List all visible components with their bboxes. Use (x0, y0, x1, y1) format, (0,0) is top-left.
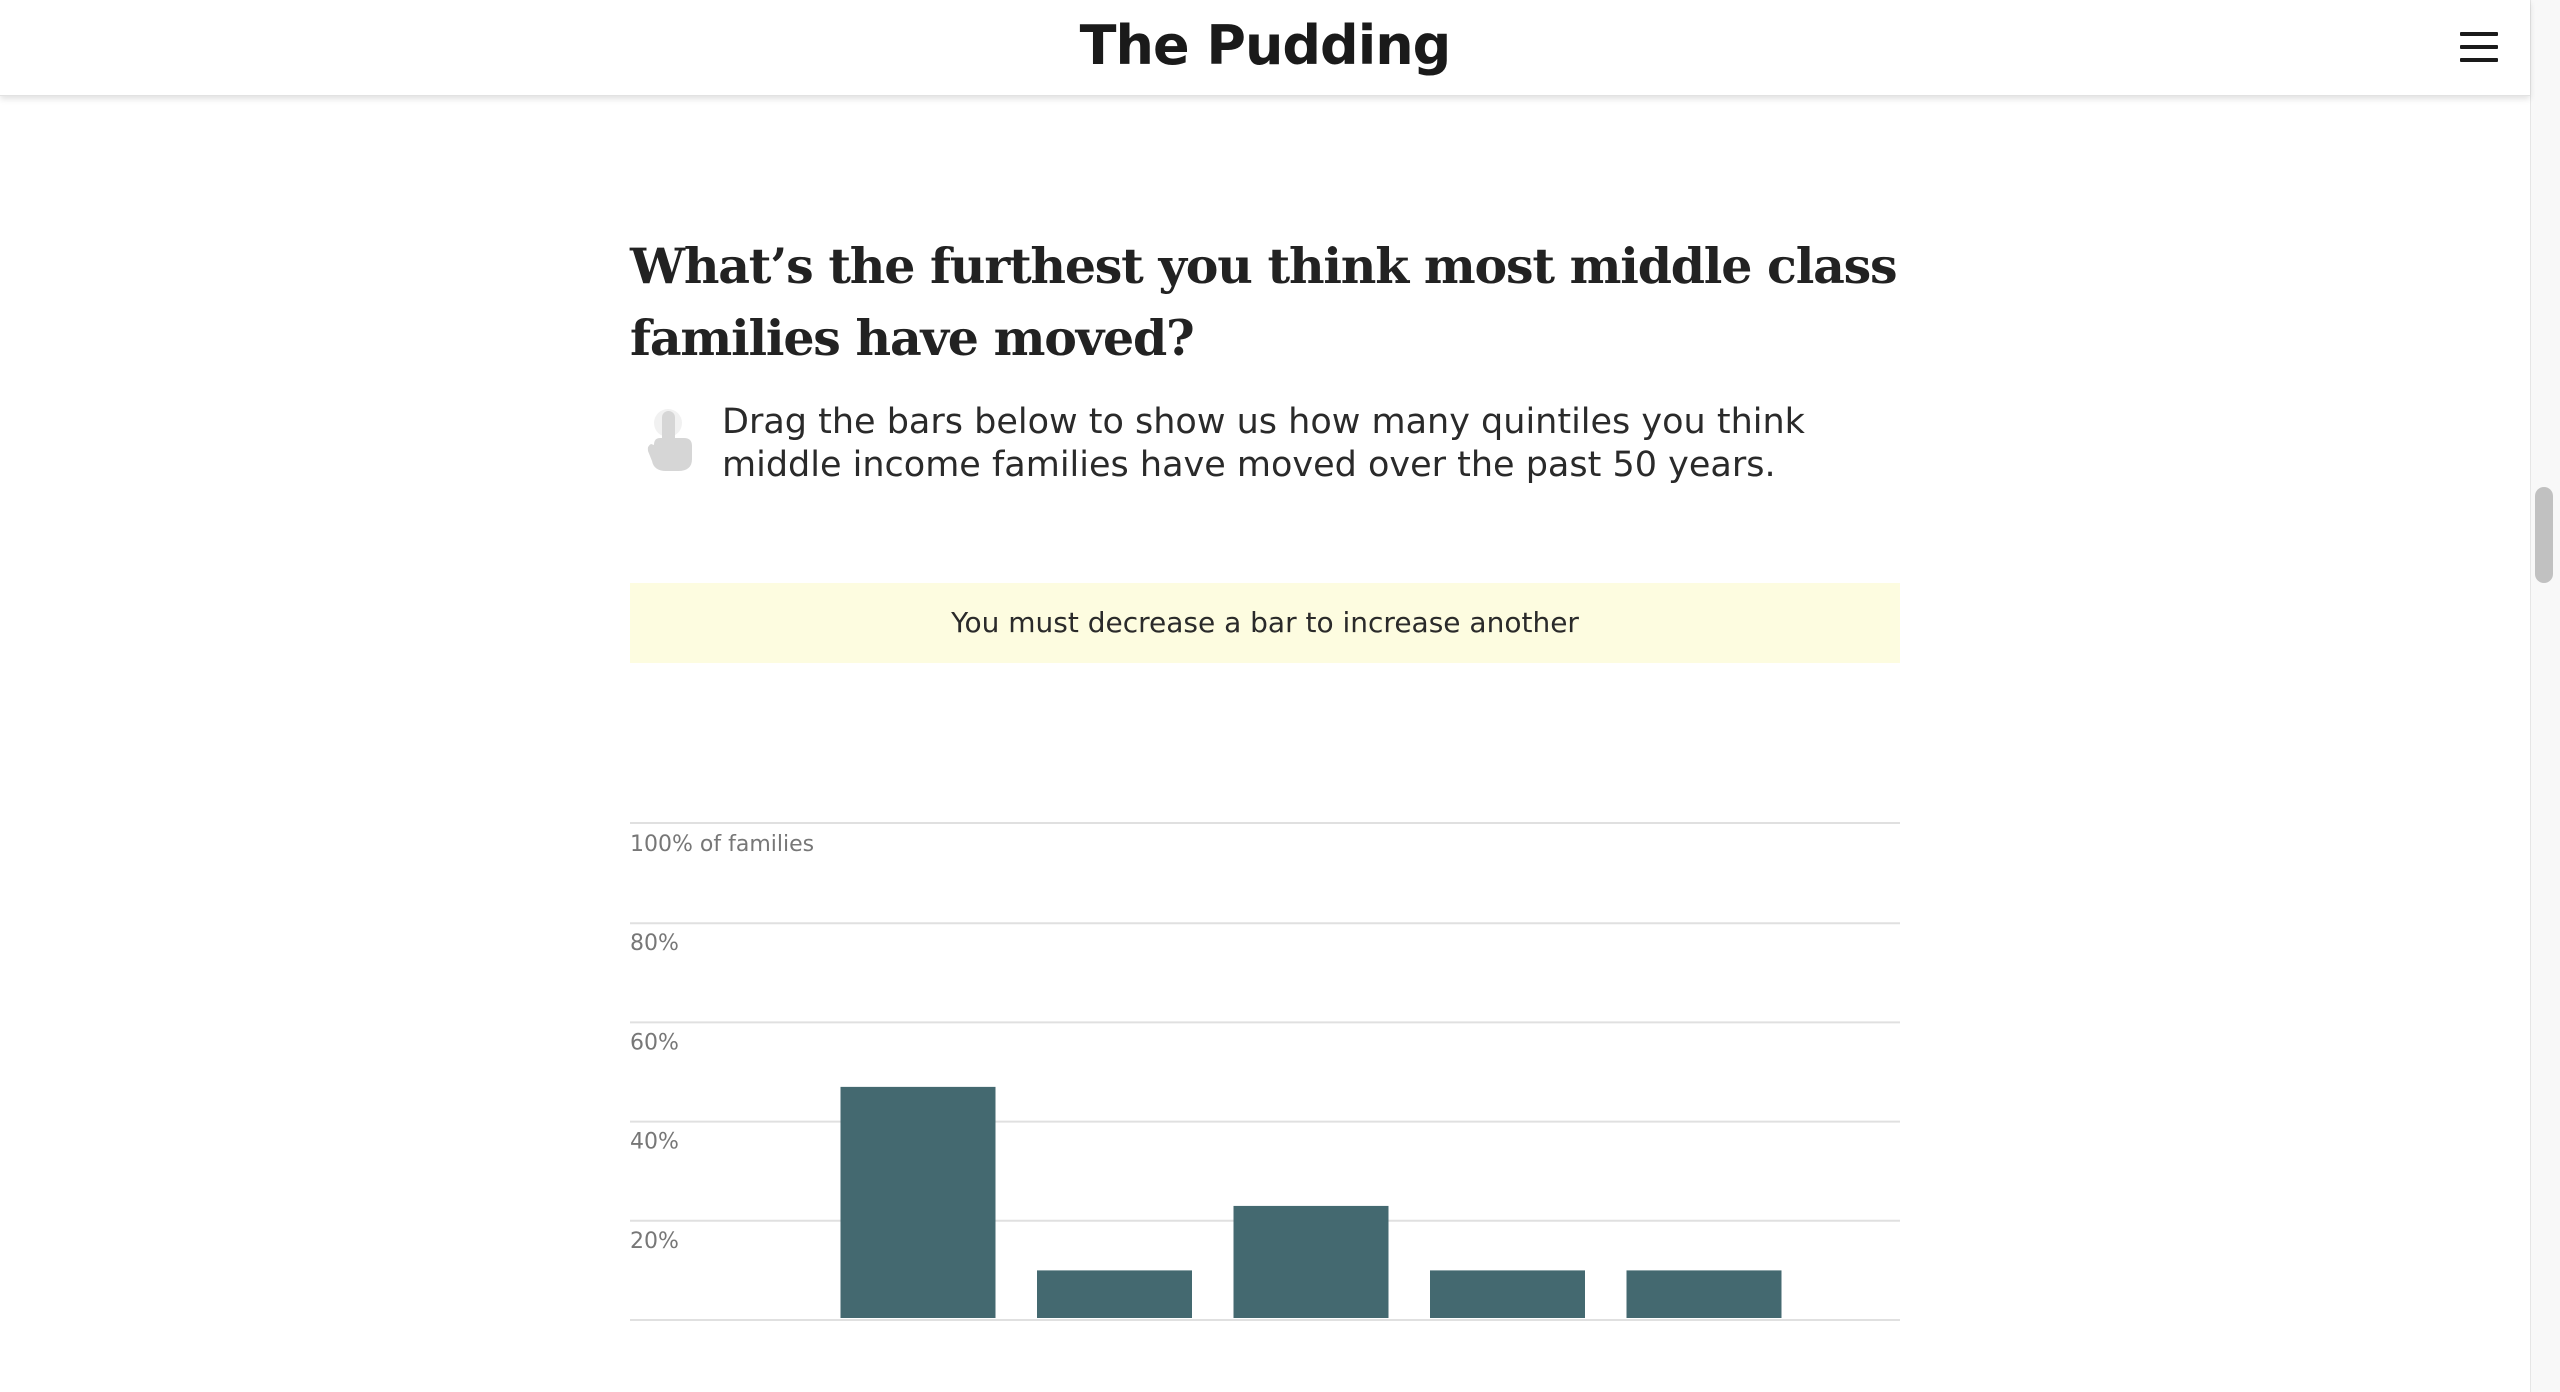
menu-line (2460, 58, 2498, 62)
instruction-text: Drag the bars below to show us how many … (722, 402, 1805, 485)
bar-2[interactable] (1233, 1205, 1389, 1318)
menu-line (2460, 45, 2498, 49)
page: The Pudding What’s the furthest you thin… (0, 0, 2560, 1392)
hamburger-menu-icon[interactable] (2458, 30, 2502, 64)
scrollbar-track[interactable] (2530, 0, 2560, 1392)
bar-chart: 100% of families80%60%40%20%0%01234Furth… (630, 710, 1900, 1358)
bar-0[interactable] (840, 1086, 996, 1318)
y-tick-label: 20% (630, 1229, 679, 1254)
y-tick-label: 0% (630, 1328, 665, 1330)
y-tick-label: 40% (630, 1130, 679, 1155)
site-logo[interactable]: The Pudding (0, 8, 2530, 84)
bar-4[interactable] (1626, 1270, 1782, 1318)
scrollbar-thumb[interactable] (2535, 487, 2553, 583)
y-tick-label: 80% (630, 931, 679, 956)
hand-pointer-icon (640, 405, 700, 475)
bar-3[interactable] (1430, 1270, 1585, 1318)
y-tick-label: 100% of families (630, 832, 814, 857)
bar-1[interactable] (1037, 1270, 1192, 1318)
notice-banner: You must decrease a bar to increase anot… (630, 583, 1900, 663)
y-tick-label: 60% (630, 1030, 679, 1055)
site-header: The Pudding (0, 0, 2530, 96)
menu-line (2460, 32, 2498, 36)
chart-svg: 100% of families80%60%40%20%0%01234Furth… (630, 822, 1900, 1358)
question-heading: What’s the furthest you think most middl… (630, 237, 1898, 367)
